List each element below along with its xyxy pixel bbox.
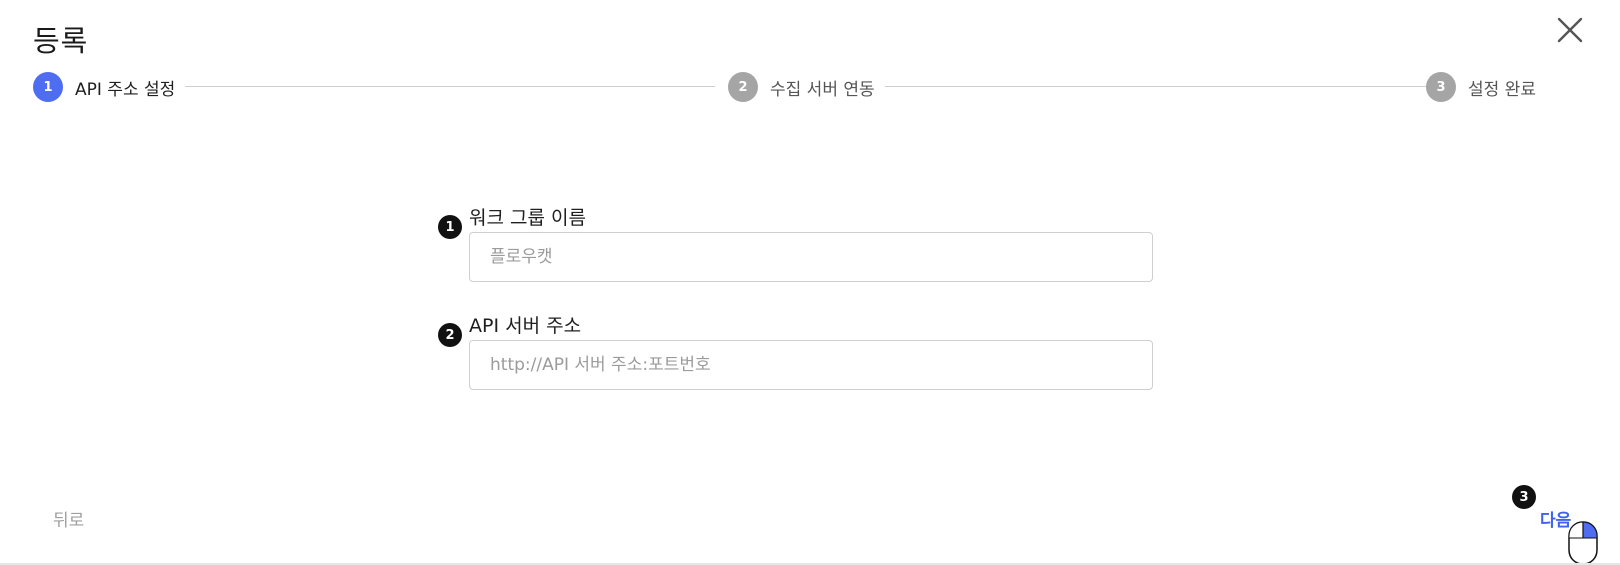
step-1: 1 API 주소 설정 (33, 71, 175, 103)
stepper: 1 API 주소 설정 2 수집 서버 연동 3 설정 완료 (33, 71, 1588, 103)
workgroup-name-group: 1 워크 그룹 이름 (438, 200, 1158, 285)
workgroup-name-label: 워크 그룹 이름 (469, 207, 586, 229)
step-label: 설정 완료 (1468, 79, 1536, 100)
step-label: API 주소 설정 (75, 79, 176, 100)
annotation-marker: 3 (1512, 485, 1536, 509)
step-number: 3 (1426, 72, 1456, 102)
api-server-address-label: API 서버 주소 (469, 315, 582, 337)
step-number: 2 (728, 72, 758, 102)
step-label: 수집 서버 연동 (770, 79, 875, 100)
mouse-icon (1568, 521, 1598, 565)
register-dialog: 등록 1 API 주소 설정 2 수집 서버 연동 3 설정 완료 1 워크 그… (0, 0, 1620, 565)
step-3: 3 설정 완료 (1426, 71, 1536, 103)
annotation-marker: 2 (438, 323, 462, 347)
workgroup-name-input[interactable] (469, 232, 1153, 282)
close-icon[interactable] (1557, 17, 1583, 43)
api-server-address-input[interactable] (469, 340, 1153, 390)
step-connector (185, 86, 715, 87)
next-button[interactable]: 다음 (1540, 506, 1571, 531)
step-connector (885, 86, 1428, 87)
back-button[interactable]: 뒤로 (53, 506, 84, 531)
step-2: 2 수집 서버 연동 (728, 71, 875, 103)
api-server-address-group: 2 API 서버 주소 (438, 308, 1158, 393)
dialog-title: 등록 (33, 24, 89, 58)
annotation-marker: 1 (438, 215, 462, 239)
step-number: 1 (33, 72, 63, 102)
